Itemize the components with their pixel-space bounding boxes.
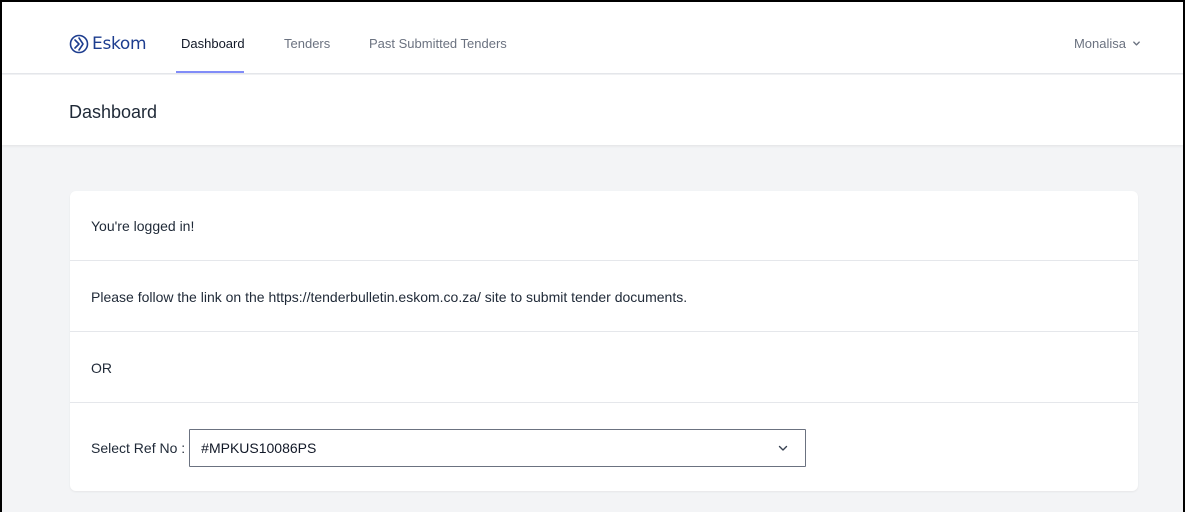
app-frame: Eskom Dashboard Tenders Past Submitted T… — [2, 2, 1183, 512]
or-label: OR — [91, 359, 112, 376]
nav-link-dashboard[interactable]: Dashboard — [181, 36, 245, 51]
ref-number-select[interactable]: #MPKUS10086PS — [189, 428, 807, 467]
user-name: Monalisa — [1073, 36, 1126, 51]
user-menu[interactable]: Monalisa — [1074, 36, 1141, 51]
page-header — [2, 75, 1183, 145]
chevron-down-icon — [778, 445, 788, 451]
dashboard-card: You're logged in! Please follow the link… — [70, 191, 1138, 491]
instruction-row: Please follow the link on the https://te… — [70, 262, 1138, 332]
logo-text: Eskom — [92, 34, 147, 54]
logged-in-row: You're logged in! — [70, 191, 1138, 261]
ref-select-row: Select Ref No : #MPKUS10086PS — [70, 404, 1138, 491]
or-row: OR — [70, 333, 1138, 403]
nav-link-past-submitted-tenders[interactable]: Past Submitted Tenders — [369, 36, 507, 51]
chevron-down-icon — [1133, 41, 1140, 46]
eskom-logo[interactable]: Eskom — [69, 32, 147, 56]
eskom-logo-icon — [69, 34, 89, 54]
instruction-text: Please follow the link on the https://te… — [91, 288, 688, 305]
active-tab-indicator — [176, 71, 244, 73]
ref-select-value: #MPKUS10086PS — [201, 439, 317, 456]
top-navigation: Eskom Dashboard Tenders Past Submitted T… — [2, 2, 1183, 74]
ref-select-label: Select Ref No : — [91, 439, 186, 456]
logged-in-message: You're logged in! — [91, 217, 195, 234]
nav-link-tenders[interactable]: Tenders — [284, 36, 330, 51]
page-title: Dashboard — [69, 102, 158, 122]
